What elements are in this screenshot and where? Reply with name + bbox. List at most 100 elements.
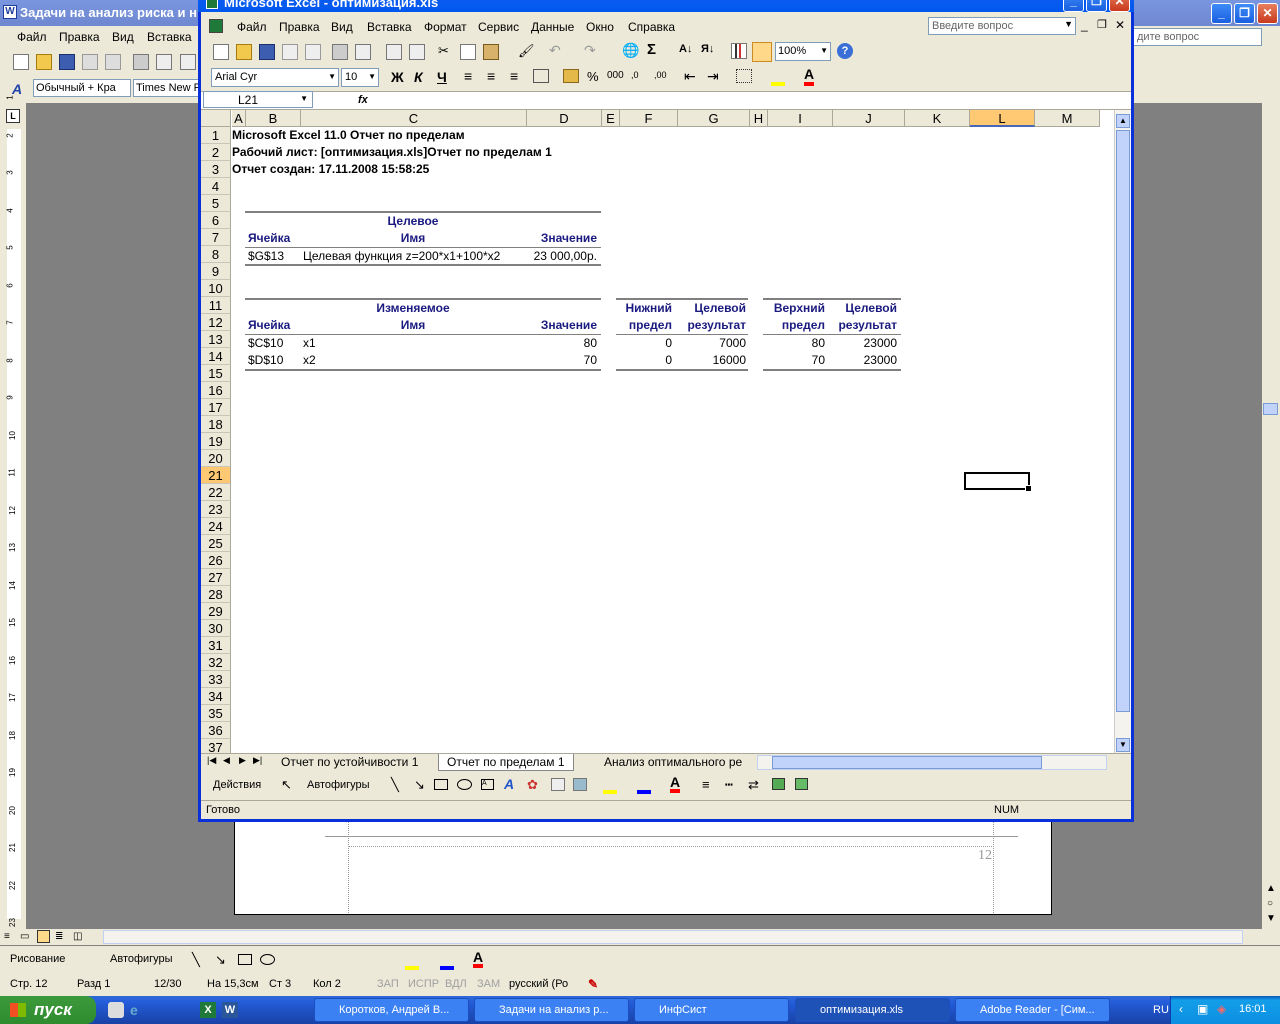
3d-icon[interactable]	[795, 778, 808, 790]
scroll-thumb[interactable]	[1263, 403, 1278, 415]
row-header-27[interactable]: 27	[201, 569, 231, 586]
row-header-23[interactable]: 23	[201, 501, 231, 518]
draw-font-color-icon[interactable]: A	[670, 775, 681, 793]
task-item-3[interactable]: ИнфСист	[634, 998, 789, 1022]
sort-asc-icon[interactable]: A↓	[679, 43, 692, 55]
status-ext[interactable]: ВДЛ	[445, 978, 467, 990]
name-box[interactable]: L21 ▼	[203, 91, 313, 108]
tab-sensitivity[interactable]: Отчет по устойчивости 1	[273, 754, 426, 771]
row-header-26[interactable]: 26	[201, 552, 231, 569]
row-header-8[interactable]: 8	[201, 246, 231, 263]
report-created[interactable]: Отчет создан: 17.11.2008 15:58:25	[232, 161, 429, 178]
line-style-icon[interactable]: ≡	[702, 777, 710, 792]
word-style-select[interactable]: Обычный + Кра	[33, 79, 131, 97]
print-icon[interactable]	[332, 44, 348, 60]
column-header-a[interactable]: A	[232, 110, 246, 127]
question-dropdown-icon[interactable]: ▼	[1064, 19, 1073, 29]
permission-icon[interactable]	[282, 44, 298, 60]
view-print-icon[interactable]	[37, 930, 50, 943]
start-button[interactable]: пуск	[0, 996, 96, 1024]
row-header-2[interactable]: 2	[201, 144, 231, 161]
h-scrollbar[interactable]	[757, 755, 1107, 770]
word-menu-edit[interactable]: Правка	[59, 30, 100, 44]
excel-maximize-button[interactable]: ❐	[1086, 0, 1107, 12]
name-box-dropdown-icon[interactable]: ▼	[300, 94, 308, 103]
row-header-3[interactable]: 3	[201, 161, 231, 178]
email-icon[interactable]	[105, 54, 121, 70]
paste-icon[interactable]	[483, 44, 499, 60]
column-header-e[interactable]: E	[602, 110, 620, 127]
excel-quick-icon[interactable]: X	[200, 1002, 216, 1018]
row-header-28[interactable]: 28	[201, 586, 231, 603]
shadow-icon[interactable]	[772, 778, 785, 790]
excel-question-box[interactable]: Введите вопрос ▼	[928, 17, 1076, 35]
tab-prev-icon[interactable]: ◀	[223, 755, 230, 766]
lower-result-header-2[interactable]: результат	[674, 317, 746, 334]
format-painter-icon[interactable]: 🖌	[518, 43, 535, 59]
hscroll-track[interactable]	[103, 930, 1243, 944]
autoshapes-menu[interactable]: Автофигуры	[307, 779, 370, 791]
quicklaunch-icon-1[interactable]	[108, 1002, 124, 1018]
vars-header-cell[interactable]: Ячейка	[248, 317, 290, 334]
align-center-icon[interactable]: ≡	[487, 68, 495, 84]
upper-header-1[interactable]: Верхний	[763, 300, 825, 317]
menu-window[interactable]: Окно	[586, 20, 614, 34]
wordart-icon[interactable]: A	[504, 776, 514, 792]
row-header-14[interactable]: 14	[201, 348, 231, 365]
word-rect-icon[interactable]	[238, 954, 252, 965]
scroll-up-icon[interactable]: ▲	[1116, 114, 1130, 128]
word-menu-view[interactable]: Вид	[112, 30, 134, 44]
browse-object-icon[interactable]: ○	[1267, 898, 1273, 909]
scroll-thumb[interactable]	[1116, 130, 1130, 712]
excel-minimize-button[interactable]: _	[1063, 0, 1084, 12]
tray-arrow-icon[interactable]: ‹	[1179, 1002, 1183, 1016]
word-menu-file[interactable]: Файл	[17, 30, 47, 44]
view-reading-icon[interactable]: ◫	[73, 931, 82, 942]
menu-help[interactable]: Справка	[628, 20, 675, 34]
underline-button[interactable]: Ч	[437, 69, 447, 85]
column-header-h[interactable]: H	[750, 110, 768, 127]
sort-desc-icon[interactable]: Я↓	[701, 43, 714, 55]
word-oval-icon[interactable]	[260, 954, 275, 965]
excel-doc-icon[interactable]	[209, 19, 223, 33]
lower-header-2[interactable]: предел	[616, 317, 672, 334]
word-vertical-scrollbar[interactable]: ▲ ○ ▼	[1262, 103, 1280, 929]
arrow-style-icon[interactable]: ⇄	[748, 777, 759, 793]
lower-header-1[interactable]: Нижний	[616, 300, 672, 317]
menu-file[interactable]: Файл	[237, 20, 267, 34]
arrow-icon[interactable]: ↘	[414, 777, 425, 793]
word-close-button[interactable]: ✕	[1257, 3, 1278, 24]
menu-insert[interactable]: Вставка	[367, 20, 412, 34]
column-header-k[interactable]: K	[905, 110, 970, 127]
column-header-f[interactable]: F	[620, 110, 678, 127]
upper-header-2[interactable]: предел	[763, 317, 825, 334]
font-select[interactable]: Arial Cyr ▼	[211, 68, 339, 87]
row-header-16[interactable]: 16	[201, 382, 231, 399]
tab-limits[interactable]: Отчет по пределам 1	[438, 754, 574, 771]
tab-selector[interactable]: L	[6, 109, 20, 123]
save-icon[interactable]	[59, 54, 75, 70]
row-header-20[interactable]: 20	[201, 450, 231, 467]
row-header-33[interactable]: 33	[201, 671, 231, 688]
picture-icon[interactable]	[573, 778, 587, 791]
research-icon[interactable]	[409, 44, 425, 60]
view-outline-icon[interactable]: ≣	[55, 931, 63, 942]
var1-name[interactable]: x1	[303, 335, 316, 352]
chart-wizard-icon[interactable]	[731, 43, 747, 59]
bold-button[interactable]: Ж	[391, 69, 404, 85]
var2-value[interactable]: 70	[525, 352, 597, 369]
word-font-color-icon[interactable]: A	[473, 950, 484, 968]
save-icon[interactable]	[259, 44, 275, 60]
row-header-13[interactable]: 13	[201, 331, 231, 348]
var2-lower-result[interactable]: 16000	[674, 352, 746, 369]
decrease-indent-icon[interactable]: ⇤	[684, 68, 696, 85]
worksheet-grid[interactable]: ABCDEFGHIJKLM 1 2 3 4 5 6 7 8 9 10 11 12 13 14 15 16 17 1…	[201, 110, 1114, 753]
fill-color-icon[interactable]	[771, 82, 785, 86]
zoom-select[interactable]: 100% ▼	[775, 42, 831, 61]
word-quick-icon[interactable]: W	[222, 1002, 238, 1018]
print-icon[interactable]	[133, 54, 149, 70]
shield-icon[interactable]: ◈	[1217, 1002, 1226, 1016]
doc-close-icon[interactable]: ✕	[1115, 18, 1125, 32]
column-header-m[interactable]: M	[1035, 110, 1100, 127]
permission-icon[interactable]	[82, 54, 98, 70]
